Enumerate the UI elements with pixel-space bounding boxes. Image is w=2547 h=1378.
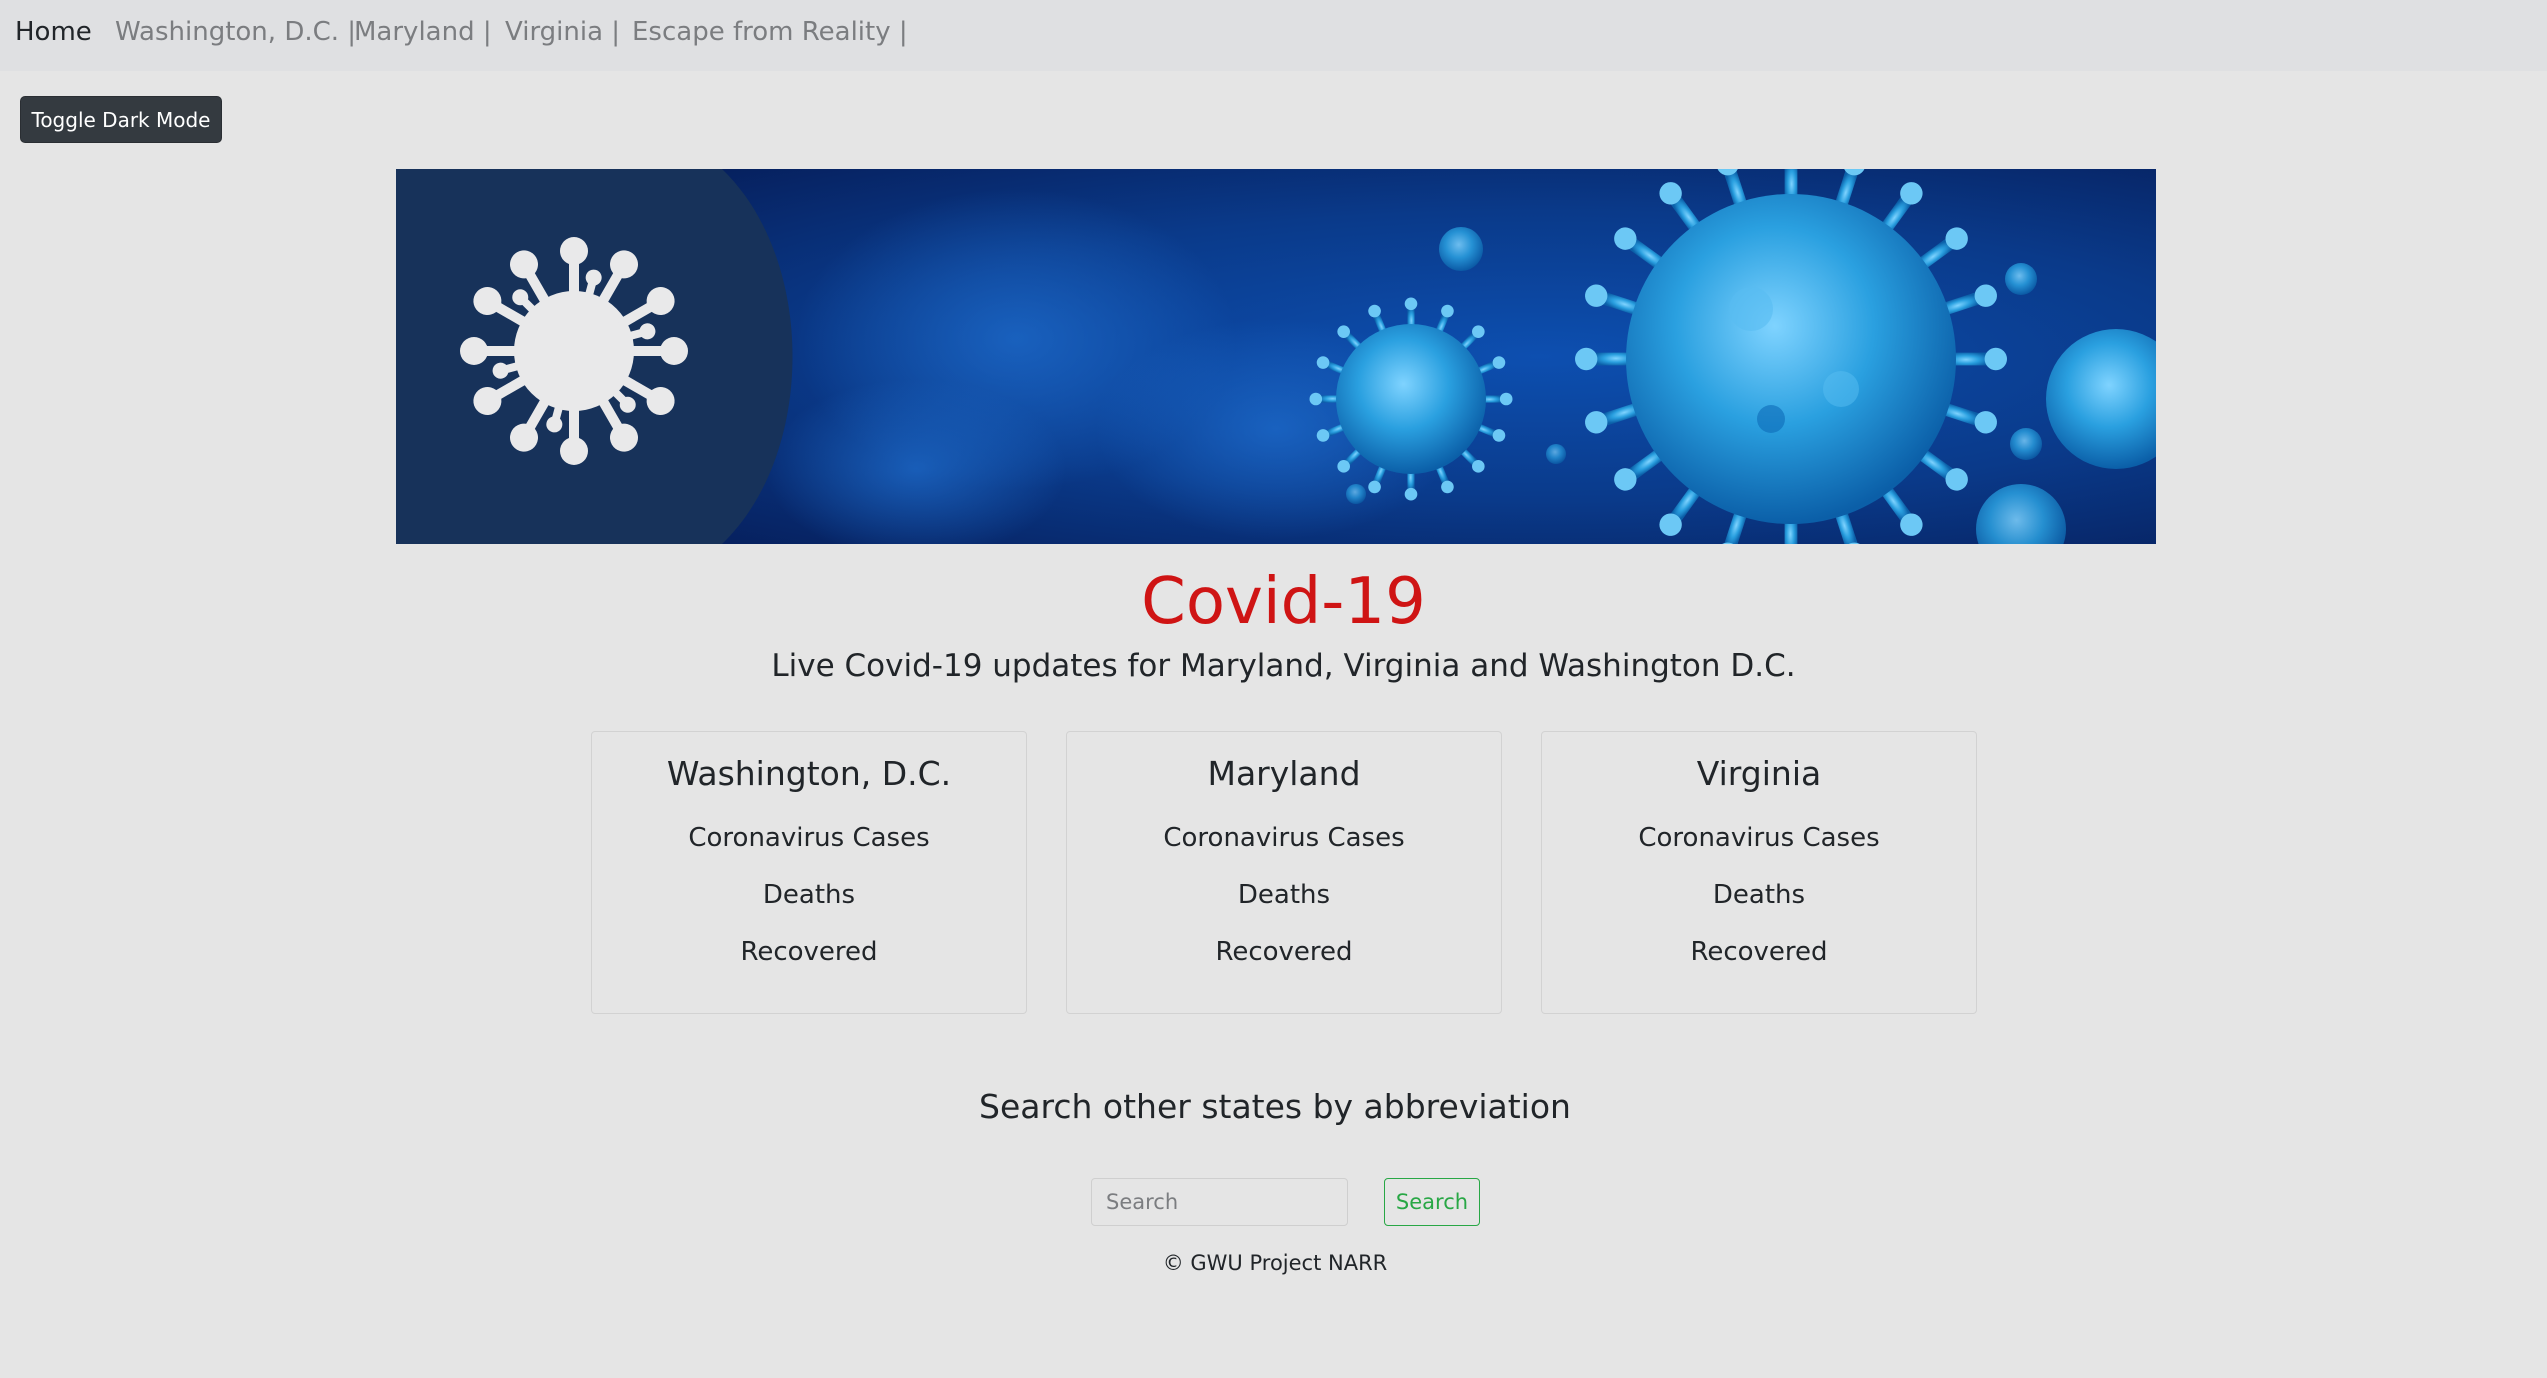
card-recovered-label: Recovered bbox=[1690, 937, 1828, 967]
card-title: Maryland bbox=[1207, 754, 1361, 793]
nav-virginia-link[interactable]: Virginia | bbox=[505, 17, 620, 47]
card-cases-label: Coronavirus Cases bbox=[1638, 823, 1880, 853]
footer-copyright: © GWU Project NARR bbox=[1162, 1251, 1388, 1275]
search-button[interactable]: Search bbox=[1384, 1178, 1480, 1226]
card-deaths-label: Deaths bbox=[1712, 880, 1806, 910]
card-title: Washington, D.C. bbox=[666, 754, 952, 793]
page-subtitle: Live Covid-19 updates for Maryland, Virg… bbox=[771, 648, 1796, 684]
toggle-dark-mode-button[interactable]: Toggle Dark Mode bbox=[20, 96, 222, 143]
card-deaths-label: Deaths bbox=[1237, 880, 1331, 910]
card-maryland: Maryland Coronavirus Cases Deaths Recove… bbox=[1066, 731, 1502, 1014]
card-recovered-label: Recovered bbox=[1215, 937, 1353, 967]
covid-banner-image bbox=[396, 169, 2156, 544]
card-washington-dc: Washington, D.C. Coronavirus Cases Death… bbox=[591, 731, 1027, 1014]
page-title: Covid-19 bbox=[1141, 565, 1426, 639]
nav-escape-from-reality-link[interactable]: Escape from Reality | bbox=[632, 17, 908, 47]
card-virginia: Virginia Coronavirus Cases Deaths Recove… bbox=[1541, 731, 1977, 1014]
medium-virus-icon bbox=[1309, 297, 1513, 501]
nav-maryland-link[interactable]: Maryland | bbox=[354, 17, 492, 47]
card-deaths-label: Deaths bbox=[762, 880, 856, 910]
top-navbar: Home Washington, D.C. | Maryland | Virgi… bbox=[0, 0, 2547, 71]
search-heading: Search other states by abbreviation bbox=[979, 1087, 1571, 1126]
card-cases-label: Coronavirus Cases bbox=[688, 823, 930, 853]
card-recovered-label: Recovered bbox=[740, 937, 878, 967]
state-search-input[interactable] bbox=[1091, 1178, 1348, 1226]
nav-washington-dc-link[interactable]: Washington, D.C. | bbox=[115, 17, 356, 47]
card-title: Virginia bbox=[1696, 754, 1822, 793]
card-cases-label: Coronavirus Cases bbox=[1163, 823, 1405, 853]
nav-home-link[interactable]: Home bbox=[15, 17, 92, 47]
